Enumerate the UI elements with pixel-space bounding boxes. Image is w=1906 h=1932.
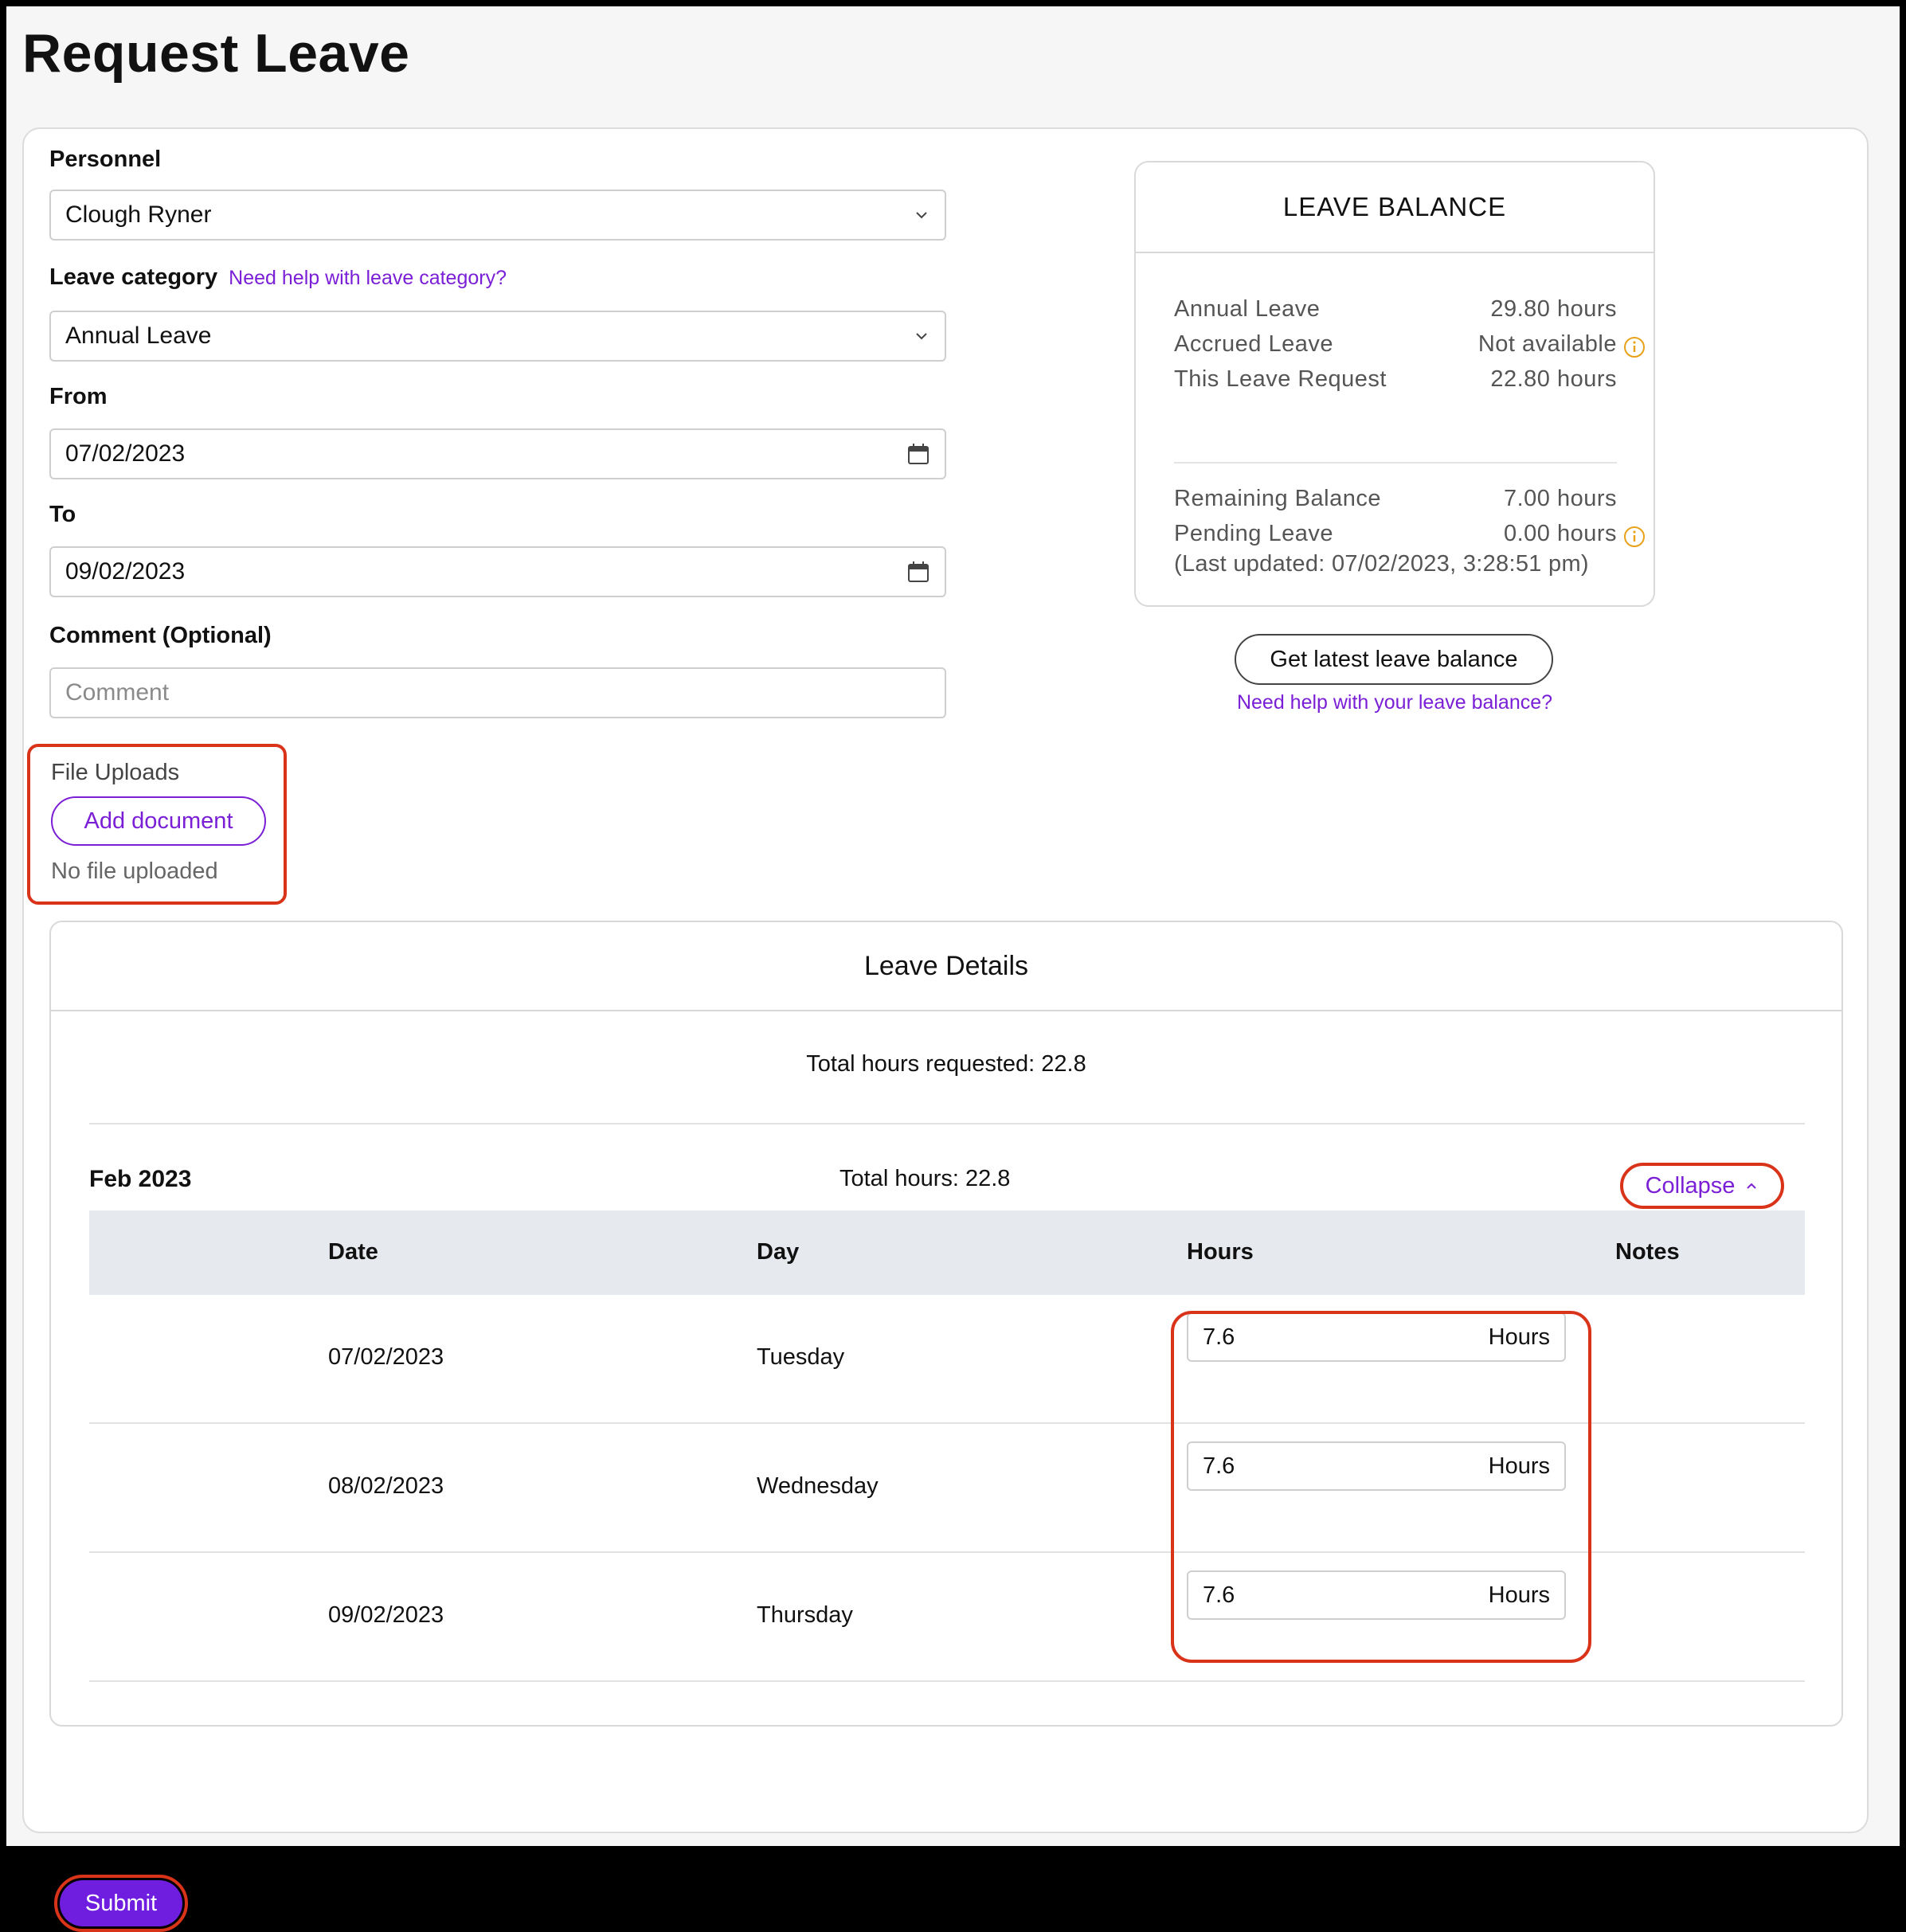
hours-value: 7.6 xyxy=(1203,1324,1235,1350)
upload-status: No file uploaded xyxy=(51,858,218,884)
table-row: 09/02/2023 Thursday 7.6 Hours xyxy=(89,1553,1805,1682)
table-row: 08/02/2023 Wednesday 7.6 Hours xyxy=(89,1424,1805,1553)
from-date-input[interactable]: 07/02/2023 xyxy=(49,428,946,479)
divider xyxy=(89,1123,1805,1124)
request-leave-card: Personnel Clough Ryner Leave category Nee… xyxy=(22,127,1869,1932)
leave-balance-help-link[interactable]: Need help with your leave balance? xyxy=(1134,691,1655,714)
hours-input[interactable]: 7.6 Hours xyxy=(1187,1570,1566,1620)
hours-value: 7.6 xyxy=(1203,1582,1235,1608)
from-date-value: 07/02/2023 xyxy=(65,440,186,467)
chevron-up-icon xyxy=(1747,1183,1757,1189)
balance-value: Not available xyxy=(1477,330,1617,357)
leave-balance-panel: LEAVE BALANCE Annual Leave 29.80 hours A… xyxy=(1134,161,1655,607)
balance-divider xyxy=(1174,462,1617,463)
personnel-select[interactable]: Clough Ryner xyxy=(49,190,946,241)
personnel-label: Personnel xyxy=(49,147,162,172)
comment-placeholder: Comment xyxy=(65,679,170,706)
hours-unit: Hours xyxy=(1488,1582,1550,1608)
personnel-value: Clough Ryner xyxy=(65,201,212,228)
info-icon[interactable] xyxy=(1623,336,1646,358)
calendar-icon[interactable] xyxy=(906,560,930,584)
leave-category-select[interactable]: Annual Leave xyxy=(49,311,946,362)
leave-details-panel: Leave Details Total hours requested: 22.… xyxy=(49,921,1843,1727)
balance-last-updated: (Last updated: 07/02/2023, 3:28:51 pm) xyxy=(1174,551,1589,577)
comment-label: Comment (Optional) xyxy=(49,623,272,648)
file-uploads-section: File Uploads Add document No file upload… xyxy=(27,744,287,905)
leave-details-title: Leave Details xyxy=(51,922,1841,1011)
balance-label: This Leave Request xyxy=(1174,366,1387,392)
column-header-day: Day xyxy=(757,1239,800,1265)
submit-button[interactable]: Submit xyxy=(60,1880,182,1926)
chevron-down-icon xyxy=(916,333,927,340)
info-icon[interactable] xyxy=(1623,526,1646,548)
file-uploads-label: File Uploads xyxy=(51,760,180,785)
row-day: Tuesday xyxy=(757,1344,845,1370)
to-date-value: 09/02/2023 xyxy=(65,558,186,585)
balance-row-annual: Annual Leave 29.80 hours xyxy=(1174,291,1617,327)
collapse-button[interactable]: Collapse xyxy=(1620,1163,1784,1209)
balance-value: 22.80 hours xyxy=(1490,366,1617,392)
total-hours-requested: Total hours requested: 22.8 xyxy=(806,1051,1086,1077)
balance-value: 0.00 hours xyxy=(1503,520,1617,546)
balance-label: Accrued Leave xyxy=(1174,330,1333,357)
balance-row-remaining: Remaining Balance 7.00 hours xyxy=(1174,481,1617,516)
add-document-button[interactable]: Add document xyxy=(51,796,266,846)
balance-value: 29.80 hours xyxy=(1490,295,1617,322)
month-heading: Feb 2023 xyxy=(89,1166,192,1192)
row-date: 08/02/2023 xyxy=(328,1473,444,1499)
comment-input[interactable]: Comment xyxy=(49,667,946,718)
row-date: 09/02/2023 xyxy=(328,1602,444,1628)
hours-unit: Hours xyxy=(1488,1453,1550,1479)
month-total-hours: Total hours: 22.8 xyxy=(840,1166,1011,1191)
leave-category-help-link[interactable]: Need help with leave category? xyxy=(229,267,507,289)
row-day: Wednesday xyxy=(757,1473,879,1499)
balance-label: Pending Leave xyxy=(1174,520,1333,546)
hours-input[interactable]: 7.6 Hours xyxy=(1187,1312,1566,1362)
from-label: From xyxy=(49,384,108,409)
balance-value-wrap: 0.00 hours xyxy=(1503,520,1645,547)
hours-unit: Hours xyxy=(1488,1324,1550,1350)
hours-value: 7.6 xyxy=(1203,1453,1235,1479)
chevron-down-icon xyxy=(916,212,927,219)
table-row: 07/02/2023 Tuesday 7.6 Hours xyxy=(89,1295,1805,1424)
column-header-hours: Hours xyxy=(1187,1239,1254,1265)
page: Request Leave Personnel Clough Ryner Lea… xyxy=(6,6,1900,1932)
leave-category-label: Leave category Need help with leave categ… xyxy=(49,264,507,291)
collapse-label: Collapse xyxy=(1645,1172,1736,1199)
to-date-input[interactable]: 09/02/2023 xyxy=(49,546,946,597)
balance-row-pending: Pending Leave 0.00 hours xyxy=(1174,516,1645,551)
balance-value-wrap: Not available xyxy=(1477,330,1645,358)
column-header-date: Date xyxy=(328,1239,378,1265)
balance-row-this-request: This Leave Request 22.80 hours xyxy=(1174,362,1617,397)
page-title: Request Leave xyxy=(22,23,410,84)
balance-row-accrued: Accrued Leave Not available xyxy=(1174,327,1645,362)
balance-label: Remaining Balance xyxy=(1174,485,1381,511)
submit-highlight-outline: Submit xyxy=(54,1875,188,1932)
leave-balance-title: LEAVE BALANCE xyxy=(1136,162,1654,253)
to-label: To xyxy=(49,502,76,527)
leave-category-label-text: Leave category xyxy=(49,264,218,290)
row-day: Thursday xyxy=(757,1602,853,1628)
calendar-icon[interactable] xyxy=(906,442,930,466)
balance-value: 7.00 hours xyxy=(1503,485,1617,511)
hours-input[interactable]: 7.6 Hours xyxy=(1187,1441,1566,1491)
column-header-notes: Notes xyxy=(1615,1239,1680,1265)
balance-label: Annual Leave xyxy=(1174,295,1321,322)
get-latest-balance-button[interactable]: Get latest leave balance xyxy=(1235,634,1553,685)
table-header: Date Day Hours Notes xyxy=(89,1210,1805,1295)
leave-category-value: Annual Leave xyxy=(65,323,212,349)
row-date: 07/02/2023 xyxy=(328,1344,444,1370)
